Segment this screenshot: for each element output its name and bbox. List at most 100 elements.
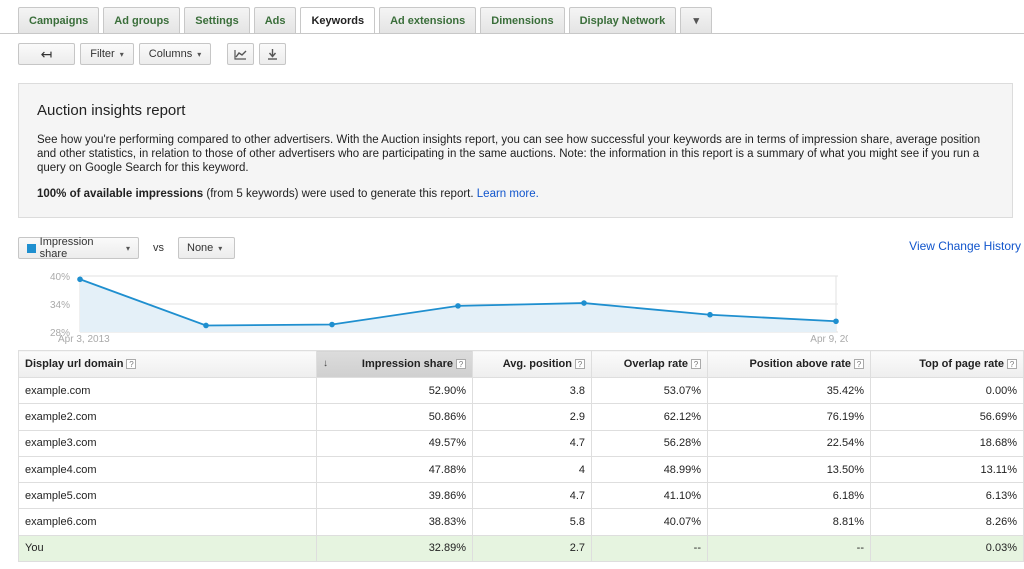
download-icon bbox=[268, 49, 277, 60]
cell-avg-position: 5.8 bbox=[472, 508, 592, 536]
filter-button[interactable]: Filter ▾ bbox=[80, 43, 134, 65]
col-overlap-rate[interactable]: Overlap rate? bbox=[591, 350, 708, 378]
col-position-above-rate[interactable]: Position above rate? bbox=[707, 350, 871, 378]
cell-top-of-page-rate: 56.69% bbox=[870, 403, 1024, 431]
chevron-down-icon: ▾ bbox=[218, 243, 223, 253]
cell-top-of-page-rate: 6.13% bbox=[870, 482, 1024, 510]
columns-button[interactable]: Columns ▾ bbox=[139, 43, 211, 65]
chart-toggle-button[interactable] bbox=[227, 43, 254, 65]
col-impression-share[interactable]: ↓ Impression share? bbox=[316, 350, 473, 378]
y-tick-label: 40% bbox=[50, 272, 70, 283]
help-icon[interactable]: ? bbox=[854, 359, 864, 370]
secondary-metric-select[interactable]: None ▾ bbox=[178, 237, 235, 259]
line-chart-icon bbox=[234, 49, 247, 60]
table-header-row: Display url domain? ↓ Impression share? A… bbox=[18, 350, 1024, 378]
cell-overlap-rate: 62.12% bbox=[591, 403, 708, 431]
table-row: example2.com 50.86% 2.9 62.12% 76.19% 56… bbox=[18, 403, 1024, 431]
tab-display-network[interactable]: Display Network bbox=[568, 7, 677, 33]
column-header-label: Display url domain bbox=[25, 358, 124, 370]
cell-avg-position: 4.7 bbox=[472, 429, 592, 457]
sort-arrow-down-icon: ↓ bbox=[323, 358, 328, 369]
view-change-history-link[interactable]: View Change History bbox=[909, 239, 1021, 253]
data-point bbox=[581, 300, 587, 306]
primary-metric-select[interactable]: Impression share ▾ bbox=[18, 236, 139, 260]
tab-settings[interactable]: Settings bbox=[184, 7, 250, 33]
report-title: Auction insights report bbox=[37, 102, 186, 119]
cell-position-above-rate: 8.81% bbox=[707, 508, 871, 536]
table-row-you: You 32.89% 2.7 -- -- 0.03% bbox=[18, 534, 1024, 563]
series-color-swatch bbox=[27, 243, 36, 253]
metric-selector-row: Impression share ▾ vs None ▾ bbox=[18, 236, 235, 260]
help-icon[interactable]: ? bbox=[575, 359, 585, 370]
tab-bar: Campaigns Ad groups Settings Ads Keyword… bbox=[18, 7, 716, 34]
impression-share-chart: 40%34%28%Apr 3, 2013Apr 9, 2013 bbox=[50, 272, 848, 345]
column-header-label: Avg. position bbox=[502, 358, 572, 370]
col-display-url-domain[interactable]: Display url domain? bbox=[18, 350, 317, 378]
column-header-label: Impression share bbox=[361, 358, 453, 370]
toolbar: ↤ Filter ▾ Columns ▾ bbox=[18, 43, 291, 65]
chevron-down-icon: ▾ bbox=[119, 49, 124, 59]
cell-domain: example5.com bbox=[18, 482, 317, 510]
data-point bbox=[833, 318, 839, 325]
x-start-label: Apr 3, 2013 bbox=[58, 334, 110, 345]
table-row: example.com 52.90% 3.8 53.07% 35.42% 0.0… bbox=[18, 376, 1024, 405]
download-button[interactable] bbox=[259, 43, 286, 65]
cell-top-of-page-rate: 0.00% bbox=[870, 376, 1024, 405]
tabs-more-button[interactable]: ▾ bbox=[680, 7, 713, 33]
col-avg-position[interactable]: Avg. position? bbox=[472, 350, 592, 378]
cell-impression-share: 38.83% bbox=[316, 508, 473, 536]
tab-ads[interactable]: Ads bbox=[253, 7, 297, 33]
tab-ad-extensions[interactable]: Ad extensions bbox=[379, 7, 477, 33]
table-row: example6.com 38.83% 5.8 40.07% 8.81% 8.2… bbox=[18, 508, 1024, 536]
data-point bbox=[455, 303, 461, 309]
back-arrow-icon: ↤ bbox=[40, 45, 53, 62]
cell-impression-share: 32.89% bbox=[316, 534, 473, 563]
availability-text: (from 5 keywords) were used to generate … bbox=[203, 188, 477, 200]
chevron-down-icon: ▾ bbox=[693, 15, 699, 27]
chevron-down-icon: ▾ bbox=[125, 243, 130, 253]
cell-domain: example6.com bbox=[18, 508, 317, 536]
tab-ad-groups[interactable]: Ad groups bbox=[103, 7, 181, 33]
table-row: example5.com 39.86% 4.7 41.10% 6.18% 6.1… bbox=[18, 482, 1024, 510]
cell-overlap-rate: 40.07% bbox=[591, 508, 708, 536]
cell-impression-share: 39.86% bbox=[316, 482, 473, 510]
column-header-label: Position above rate bbox=[749, 358, 851, 370]
tabs-divider bbox=[0, 33, 1024, 34]
tab-keywords[interactable]: Keywords bbox=[300, 7, 376, 34]
tab-campaigns[interactable]: Campaigns bbox=[18, 7, 100, 33]
data-point bbox=[203, 322, 209, 329]
table-row: example3.com 49.57% 4.7 56.28% 22.54% 18… bbox=[18, 429, 1024, 457]
x-end-label: Apr 9, 2013 bbox=[810, 334, 848, 345]
cell-position-above-rate: 76.19% bbox=[707, 403, 871, 431]
y-tick-label: 34% bbox=[50, 300, 70, 311]
vs-label: vs bbox=[153, 242, 164, 254]
help-icon[interactable]: ? bbox=[456, 359, 466, 370]
learn-more-link[interactable]: Learn more. bbox=[477, 188, 539, 200]
cell-overlap-rate: 41.10% bbox=[591, 482, 708, 510]
cell-avg-position: 3.8 bbox=[472, 376, 592, 405]
col-top-of-page-rate[interactable]: Top of page rate? bbox=[870, 350, 1024, 378]
cell-impression-share: 47.88% bbox=[316, 455, 473, 484]
cell-overlap-rate: -- bbox=[591, 534, 708, 563]
cell-overlap-rate: 53.07% bbox=[591, 376, 708, 405]
cell-top-of-page-rate: 0.03% bbox=[870, 534, 1024, 563]
cell-position-above-rate: -- bbox=[707, 534, 871, 563]
secondary-metric-label: None bbox=[187, 242, 214, 254]
cell-domain: example.com bbox=[18, 376, 317, 405]
cell-avg-position: 2.9 bbox=[472, 403, 592, 431]
help-icon[interactable]: ? bbox=[126, 359, 137, 370]
help-icon[interactable]: ? bbox=[691, 359, 701, 370]
help-icon[interactable]: ? bbox=[1007, 359, 1017, 370]
cell-overlap-rate: 48.99% bbox=[591, 455, 708, 484]
back-button[interactable]: ↤ bbox=[18, 43, 75, 65]
data-point bbox=[329, 321, 335, 328]
chevron-down-icon: ▾ bbox=[197, 49, 202, 59]
cell-domain: example4.com bbox=[18, 455, 317, 484]
auction-insights-table: Display url domain? ↓ Impression share? A… bbox=[18, 350, 1024, 563]
cell-top-of-page-rate: 18.68% bbox=[870, 429, 1024, 457]
filter-label: Filter bbox=[90, 48, 115, 60]
cell-domain: You bbox=[18, 534, 317, 563]
cell-avg-position: 4.7 bbox=[472, 482, 592, 510]
tab-dimensions[interactable]: Dimensions bbox=[480, 7, 565, 33]
report-description: See how you're performing compared to ot… bbox=[37, 134, 981, 174]
